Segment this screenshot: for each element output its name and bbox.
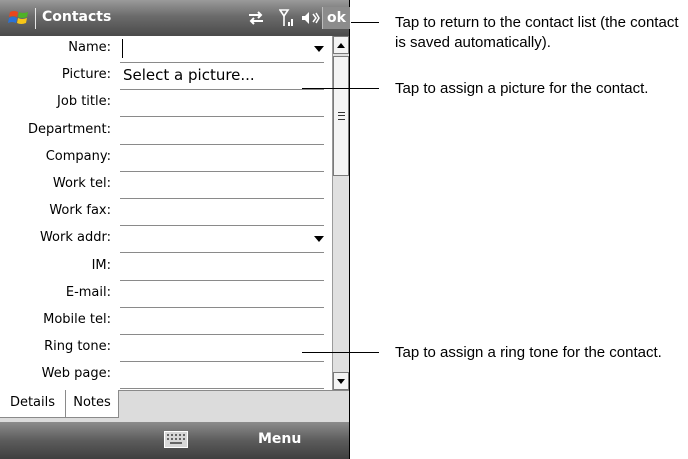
app-title: Contacts (42, 9, 112, 25)
softkey-bar: Menu (0, 422, 349, 459)
text-field[interactable] (120, 145, 324, 172)
field-label: Work addr: (39, 230, 111, 245)
grip-icon (338, 112, 345, 120)
field-label: Name: (68, 40, 111, 55)
connectivity-icon[interactable] (246, 10, 266, 26)
volume-icon[interactable] (301, 10, 321, 26)
text-field[interactable] (120, 254, 324, 281)
scroll-down-button[interactable] (333, 372, 349, 390)
callout-ok: Tap to return to the contact list (the c… (395, 14, 679, 51)
windows-start-icon[interactable] (8, 7, 30, 29)
text-field[interactable] (120, 362, 324, 389)
form-row: Mobile tel: (0, 308, 332, 335)
title-separator (35, 8, 36, 29)
field-label: Work tel: (52, 176, 111, 191)
text-field[interactable]: Select a picture... (120, 63, 324, 90)
signal-strength-icon[interactable] (279, 8, 295, 28)
text-field[interactable] (120, 281, 324, 308)
menu-softkey[interactable]: Menu (258, 431, 301, 447)
callout-ringtone: Tap to assign a ring tone for the contac… (395, 344, 662, 361)
form-row: Work tel: (0, 172, 332, 199)
vertical-scrollbar[interactable] (332, 36, 349, 390)
field-label: Picture: (61, 67, 111, 82)
field-label: Department: (27, 122, 111, 137)
text-field[interactable] (120, 335, 324, 362)
callout-picture: Tap to assign a picture for the contact. (395, 80, 649, 97)
form-row: Work addr: (0, 226, 332, 253)
field-label: Company: (45, 149, 111, 164)
dropdown-field[interactable] (120, 226, 324, 253)
field-value: Select a picture... (123, 66, 255, 84)
tab-details[interactable]: Details (0, 390, 66, 418)
form-row: Work fax: (0, 199, 332, 226)
scroll-up-button[interactable] (333, 36, 349, 54)
contact-form: Name: Picture: Select a picture... Job titl… (0, 36, 332, 390)
arrow-down-icon (337, 379, 345, 384)
text-field[interactable] (120, 308, 324, 335)
text-field[interactable] (120, 90, 324, 117)
scroll-thumb[interactable] (333, 56, 349, 176)
dropdown-arrow-icon[interactable] (314, 236, 324, 242)
form-row: Company: (0, 145, 332, 172)
field-label: Web page: (41, 366, 111, 381)
field-label: Mobile tel: (43, 312, 111, 327)
field-label: IM: (91, 258, 111, 273)
form-row: Name: (0, 36, 332, 63)
form-row: Job title: (0, 90, 332, 117)
text-cursor (122, 39, 123, 58)
text-field[interactable] (120, 199, 324, 226)
callout-line-ok (351, 22, 379, 23)
dropdown-arrow-icon[interactable] (314, 46, 324, 52)
dropdown-field[interactable] (120, 36, 324, 63)
form-row: Web page: (0, 362, 332, 389)
field-label: Ring tone: (44, 339, 111, 354)
form-row: Department: (0, 118, 332, 145)
title-bar: Contacts ok (0, 0, 350, 36)
field-label: Work fax: (49, 203, 111, 218)
tab-notes[interactable]: Notes (66, 390, 119, 418)
field-label: Job title: (57, 94, 111, 109)
arrow-up-icon (337, 43, 345, 48)
keyboard-icon[interactable] (164, 431, 188, 448)
ok-button[interactable]: ok (322, 7, 350, 29)
callout-line-ringtone (302, 352, 379, 353)
form-row: Ring tone: (0, 335, 332, 362)
callout-line-picture (302, 88, 379, 89)
tab-strip: Details Notes (0, 390, 349, 422)
text-field[interactable] (120, 118, 324, 145)
form-row: E-mail: (0, 281, 332, 308)
text-field[interactable] (120, 172, 324, 199)
device-screen: Contacts ok Name: Picture: Select a pictur… (0, 0, 350, 459)
field-label: E-mail: (65, 285, 111, 300)
form-row: Picture: Select a picture... (0, 63, 332, 90)
form-row: IM: (0, 254, 332, 281)
